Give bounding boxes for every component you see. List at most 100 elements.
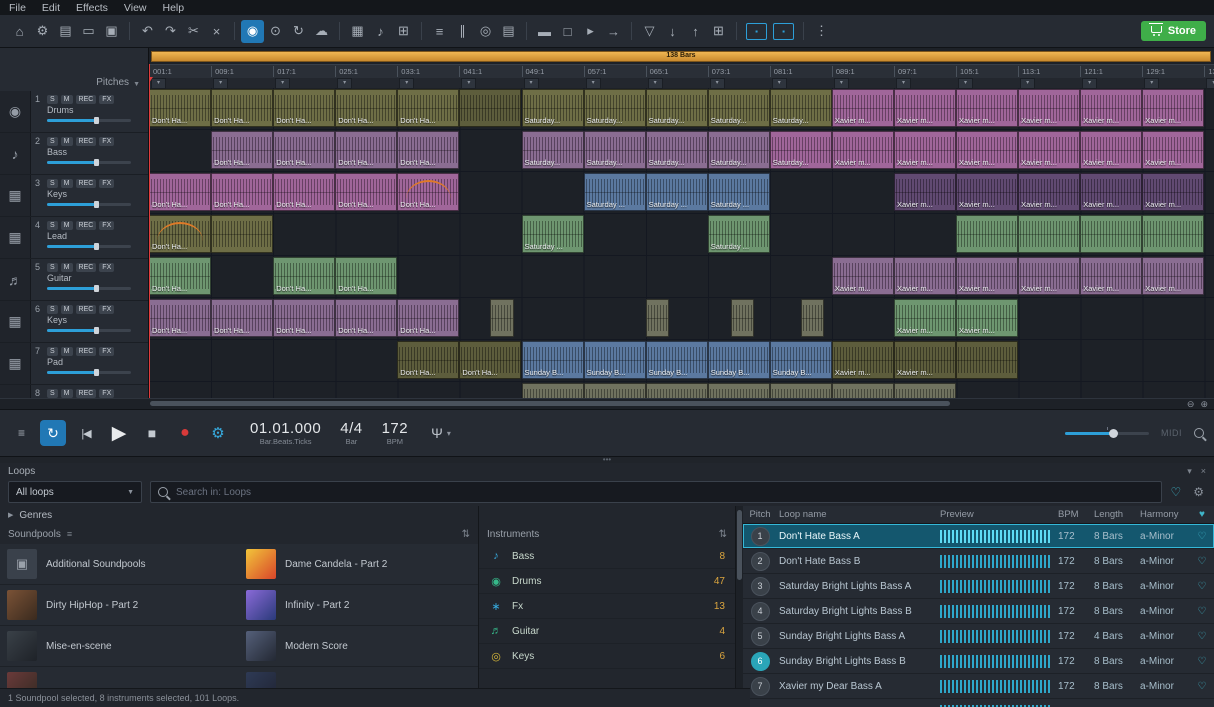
drum-pads-icon[interactable]: ⊞ — [392, 20, 415, 43]
track-volume-slider[interactable] — [47, 161, 131, 164]
more-grid-icon[interactable]: ⊞ — [707, 20, 730, 43]
audio-clip[interactable]: Don't Ha... — [335, 173, 397, 211]
audio-clip[interactable]: Don't Ha... — [273, 89, 335, 127]
audio-clip[interactable] — [490, 299, 513, 337]
save-project-icon[interactable]: ▣ — [100, 20, 123, 43]
audio-clip[interactable] — [708, 383, 770, 398]
track-s-button[interactable]: S — [47, 179, 58, 188]
track-m-button[interactable]: M — [61, 347, 73, 356]
menu-effects[interactable]: Effects — [76, 2, 108, 14]
keyboard-icon[interactable]: ▦ — [0, 217, 31, 258]
play-button[interactable]: ▶ — [106, 420, 132, 446]
instrument-row-bass[interactable]: ♪ Bass 8 — [479, 544, 735, 569]
track-fx-button[interactable]: FX — [99, 221, 114, 230]
audio-clip[interactable]: Don't Ha... — [335, 89, 397, 127]
col-pitch[interactable]: Pitch — [743, 509, 777, 520]
track-volume-slider[interactable] — [47, 245, 131, 248]
audio-clip[interactable]: Xavier m... — [1142, 89, 1204, 127]
audio-clip[interactable]: Saturday... — [584, 131, 646, 169]
draw-tool-icon[interactable]: ⊙ — [264, 20, 287, 43]
redo-icon[interactable]: ↷ — [159, 20, 182, 43]
audio-clip[interactable] — [459, 89, 521, 127]
instrument-row-guitar[interactable]: ♬ Guitar 4 — [479, 619, 735, 644]
audio-clip[interactable] — [522, 383, 584, 398]
time-display[interactable]: 01.01.000 Bar.Beats.Ticks — [250, 420, 321, 446]
audio-clip[interactable]: Sunday B... — [522, 341, 584, 379]
audio-clip[interactable]: Don't Ha... — [397, 299, 459, 337]
search-zoom-icon[interactable] — [1194, 428, 1204, 438]
pitch-badge[interactable]: 6 — [751, 652, 770, 671]
audio-clip[interactable]: Xavier m... — [1080, 89, 1142, 127]
col-length[interactable]: Length — [1094, 509, 1140, 520]
audio-clip[interactable]: Saturday... — [646, 89, 708, 127]
toggle-panel-right-icon[interactable]: ▪ — [773, 23, 794, 40]
audio-clip[interactable]: Xavier m... — [1080, 257, 1142, 295]
mixer-icon[interactable]: ≡ — [428, 20, 451, 43]
audio-clip[interactable]: Don't Ha... — [273, 173, 335, 211]
arrangement-list-icon[interactable]: ≡ — [10, 422, 33, 445]
track-m-button[interactable]: M — [61, 95, 73, 104]
bass-guitar-icon[interactable]: ♪ — [0, 133, 31, 174]
favorites-heart-icon[interactable]: ♡ — [1170, 485, 1181, 499]
mic-input-selector[interactable]: Ψ ▾ — [431, 425, 451, 441]
col-harmony[interactable]: Harmony — [1140, 509, 1190, 520]
track-s-button[interactable]: S — [47, 305, 58, 314]
audio-clip[interactable]: Sunday B... — [770, 341, 832, 379]
audio-clip[interactable]: Don't Ha... — [149, 299, 211, 337]
zoom-out-icon[interactable]: ⊖ — [1187, 400, 1195, 409]
keyboard-icon[interactable]: ▦ — [0, 301, 31, 342]
bars-overview-banner[interactable]: 138 Bars — [151, 51, 1211, 62]
skip-to-start-button[interactable]: |◀ — [73, 420, 99, 446]
audio-clip[interactable]: Xavier m... — [894, 341, 956, 379]
track-fx-button[interactable]: FX — [99, 263, 114, 272]
share-export-icon[interactable]: → — [602, 20, 625, 43]
soundpool-item[interactable]: Mise-en-scene — [0, 626, 239, 667]
stop-button[interactable]: ■ — [139, 420, 165, 446]
audio-clip[interactable]: Xavier m... — [894, 173, 956, 211]
track-volume-slider[interactable] — [47, 371, 131, 374]
audio-clip[interactable]: Don't Ha... — [211, 299, 273, 337]
audio-clip[interactable]: Saturday ... — [708, 173, 770, 211]
favorite-heart-icon[interactable]: ♡ — [1190, 606, 1214, 617]
col-preview[interactable]: Preview — [940, 509, 1058, 520]
track-m-button[interactable]: M — [61, 179, 73, 188]
menu-view[interactable]: View — [124, 2, 147, 14]
keyboard-icon[interactable]: ▦ — [0, 385, 31, 398]
loop-playback-button[interactable]: ↻ — [40, 420, 66, 446]
audio-clip[interactable]: Xavier m... — [1018, 173, 1080, 211]
export-up-icon[interactable]: ↑ — [684, 20, 707, 43]
audio-clip[interactable]: Xavier m... — [832, 341, 894, 379]
audio-clip[interactable]: Saturday... — [770, 89, 832, 127]
track-m-button[interactable]: M — [61, 263, 73, 272]
track-fx-button[interactable]: FX — [99, 95, 114, 104]
instrument-row-fx[interactable]: ∗ Fx 13 — [479, 594, 735, 619]
track-rec-button[interactable]: REC — [76, 221, 97, 230]
audio-clip[interactable]: Sunday B... — [646, 341, 708, 379]
soundpool-item[interactable]: Dirty HipHop - Part 2 — [0, 585, 239, 626]
open-project-icon[interactable]: ▭ — [77, 20, 100, 43]
audio-clip[interactable]: Xavier m... — [894, 89, 956, 127]
track-fx-button[interactable]: FX — [99, 389, 114, 398]
pitch-badge[interactable]: 1 — [751, 527, 770, 546]
audio-clip[interactable]: Xavier m... — [1018, 89, 1080, 127]
audio-clip[interactable]: Don't Ha... — [397, 341, 459, 379]
track-s-button[interactable]: S — [47, 389, 58, 398]
audio-clip[interactable]: Saturday ... — [646, 173, 708, 211]
track-m-button[interactable]: M — [61, 221, 73, 230]
audio-clip[interactable]: Xavier m... — [894, 257, 956, 295]
favorite-heart-icon[interactable]: ♡ — [1190, 581, 1214, 592]
track-m-button[interactable]: M — [61, 137, 73, 146]
menu-help[interactable]: Help — [163, 2, 185, 14]
audio-clip[interactable]: Xavier m... — [956, 299, 1018, 337]
audio-clip[interactable] — [584, 383, 646, 398]
loops-search-input[interactable] — [174, 486, 1154, 499]
audio-clip[interactable]: Saturday... — [770, 131, 832, 169]
favorite-heart-icon[interactable]: ♡ — [1190, 531, 1214, 542]
loop-preview-waveform[interactable] — [940, 605, 1052, 618]
audio-clip[interactable]: Saturday ... — [584, 173, 646, 211]
bpm-display[interactable]: 172 BPM — [382, 420, 409, 446]
panel-collapse-icon[interactable]: ▾ — [1187, 466, 1192, 477]
track-volume-slider[interactable] — [47, 203, 131, 206]
audio-clip[interactable] — [211, 215, 273, 253]
track-rec-button[interactable]: REC — [76, 389, 97, 398]
